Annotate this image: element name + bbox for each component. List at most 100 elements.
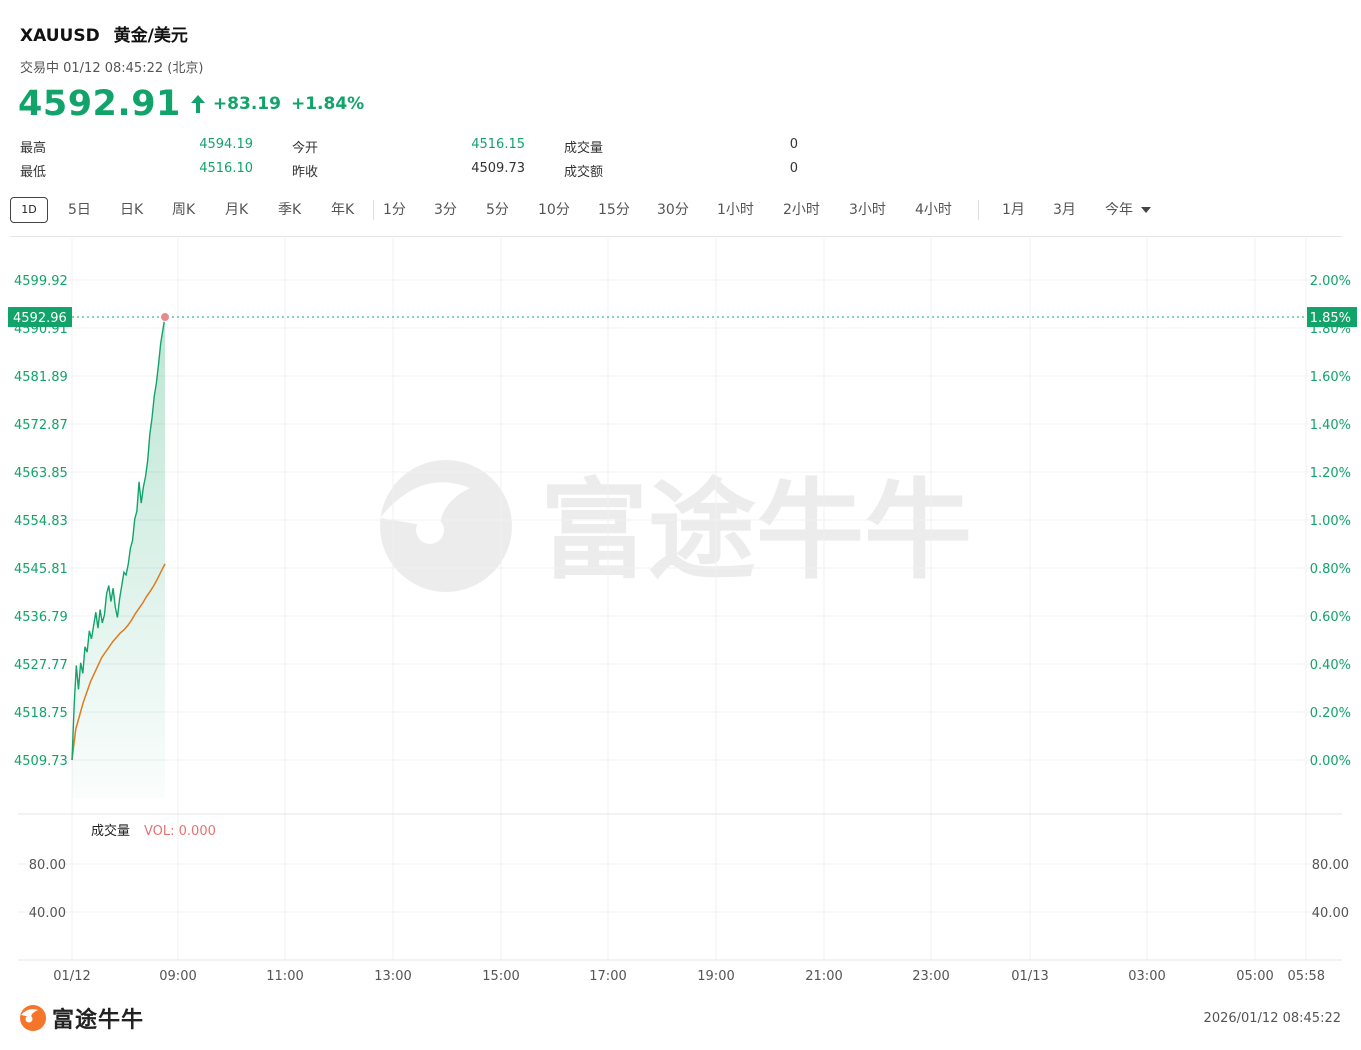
tab-1d[interactable]: 1D <box>10 197 48 223</box>
y-right-tick-label: 1.40% <box>1310 418 1351 433</box>
y-right-tick-label: 0.20% <box>1310 706 1351 721</box>
x-tick-label: 01/12 <box>53 969 90 984</box>
y-tick-label: 4518.75 <box>14 706 68 721</box>
tab-3h[interactable]: 3小时 <box>849 196 886 224</box>
tab-1-month[interactable]: 1月 <box>1002 196 1025 224</box>
x-tick-label: 17:00 <box>589 969 626 984</box>
tab-3min[interactable]: 3分 <box>434 196 457 224</box>
volume-y-right-tick-label: 80.00 <box>1312 858 1349 873</box>
y-tick-label: 4536.79 <box>14 610 68 625</box>
x-tick-label: 21:00 <box>805 969 842 984</box>
x-tick-label: 13:00 <box>374 969 411 984</box>
volume-y-right-tick-label: 40.00 <box>1312 906 1349 921</box>
y-tick-label: 4581.89 <box>14 370 68 385</box>
x-tick-label: 05:00 <box>1236 969 1273 984</box>
volume-title: 成交量 <box>91 823 130 839</box>
y-right-tick-label: 2.00% <box>1310 274 1351 289</box>
current-pct-badge-label: 1.85% <box>1310 311 1351 326</box>
volume-y-tick-label: 80.00 <box>29 858 66 873</box>
current-price-dot <box>160 312 170 323</box>
tab-quarter-k[interactable]: 季K <box>278 196 301 224</box>
price-change-pct: +1.84% <box>290 94 365 114</box>
y-tick-label: 4563.85 <box>14 466 68 481</box>
y-right-tick-label: 0.40% <box>1310 658 1351 673</box>
y-tick-label: 4554.83 <box>14 514 68 529</box>
tab-3-month[interactable]: 3月 <box>1053 196 1076 224</box>
y-tick-label: 4599.92 <box>14 274 68 289</box>
high-label: 最高 <box>20 141 47 156</box>
prev-close-value: 4509.73 <box>471 161 525 176</box>
y-tick-label: 4545.81 <box>14 562 68 577</box>
high-value: 4594.19 <box>199 137 253 152</box>
tab-ytd[interactable]: 今年 <box>1105 196 1151 224</box>
tab-5d[interactable]: 5日 <box>68 196 91 224</box>
volume-value-label: VOL: 0.000 <box>144 824 216 839</box>
amount-label: 成交额 <box>564 165 604 180</box>
y-right-tick-label: 0.80% <box>1310 562 1351 577</box>
price-area <box>72 317 165 798</box>
tab-week-k[interactable]: 周K <box>172 196 195 224</box>
svg-text:富途牛牛: 富途牛牛 <box>540 469 972 594</box>
open-label: 今开 <box>292 141 319 156</box>
tab-1h[interactable]: 1小时 <box>717 196 754 224</box>
volume-label: 成交量 <box>564 141 604 156</box>
tab-2h[interactable]: 2小时 <box>783 196 820 224</box>
x-tick-label: 23:00 <box>912 969 949 984</box>
x-tick-label: 19:00 <box>697 969 734 984</box>
footer-brand-name: 富途牛牛 <box>52 1008 145 1033</box>
price-row: 4592.91 +83.19 +1.84% <box>18 84 374 124</box>
tab-5min[interactable]: 5分 <box>486 196 509 224</box>
price-area-fill <box>72 317 165 798</box>
y-tick-label: 4509.73 <box>14 754 68 769</box>
y-right-tick-label: 1.20% <box>1310 466 1351 481</box>
x-tick-label: 01/13 <box>1011 969 1048 984</box>
tab-month-k[interactable]: 月K <box>225 196 248 224</box>
y-tick-label: 4527.77 <box>14 658 68 673</box>
up-arrow-icon <box>190 95 205 113</box>
tab-divider <box>373 200 374 220</box>
footer-brand: 富途牛牛 <box>18 1002 144 1034</box>
chevron-down-icon <box>1141 207 1151 213</box>
open-value: 4516.15 <box>471 137 525 152</box>
symbol-name: 黄金/美元 <box>113 26 188 46</box>
watermark: 富途牛牛 <box>380 460 972 594</box>
x-tick-label: 15:00 <box>482 969 519 984</box>
tab-30min[interactable]: 30分 <box>657 196 689 224</box>
volume-value: 0 <box>789 137 798 152</box>
tab-1min[interactable]: 1分 <box>383 196 406 224</box>
volume-y-tick-label: 40.00 <box>29 906 66 921</box>
y-tick-label: 4572.87 <box>14 418 68 433</box>
symbol-code: XAUUSD <box>20 26 100 46</box>
tab-day-k[interactable]: 日K <box>120 196 143 224</box>
tab-year-k[interactable]: 年K <box>331 196 354 224</box>
tabs-divider <box>10 236 1342 237</box>
price-change: +83.19 <box>212 94 281 114</box>
y-right-tick-label: 0.00% <box>1310 754 1351 769</box>
low-label: 最低 <box>20 165 47 180</box>
x-tick-label: 05:58 <box>1288 969 1325 984</box>
chart-axes: 4599.92 2.00%4590.91 1.80%4581.89 1.60%4572… <box>8 274 1357 984</box>
footer-timestamp: 2026/01/12 08:45:22 <box>1203 1011 1341 1026</box>
tab-10min[interactable]: 10分 <box>538 196 570 224</box>
symbol-title: XAUUSD 黄金/美元 <box>20 21 196 46</box>
price-chart[interactable]: 富途牛牛 4599.92 2.00%4590.91 1.80%4581.89 1.60… <box>0 238 1361 998</box>
low-value: 4516.10 <box>199 161 253 176</box>
futu-logo-icon <box>20 1005 46 1031</box>
trading-status: 交易中 01/12 08:45:22 (北京) <box>20 61 204 76</box>
amount-value: 0 <box>789 161 798 176</box>
x-tick-label: 11:00 <box>266 969 303 984</box>
y-right-tick-label: 1.00% <box>1310 514 1351 529</box>
tab-15min[interactable]: 15分 <box>598 196 630 224</box>
x-tick-label: 09:00 <box>159 969 196 984</box>
chart-grid <box>18 238 1342 960</box>
prev-close-label: 昨收 <box>292 165 319 180</box>
x-tick-label: 03:00 <box>1128 969 1165 984</box>
tab-ytd-label: 今年 <box>1105 202 1133 218</box>
current-price-badge-label: 4592.96 <box>13 311 67 326</box>
tab-4h[interactable]: 4小时 <box>915 196 952 224</box>
y-right-tick-label: 0.60% <box>1310 610 1351 625</box>
tab-divider <box>978 200 979 220</box>
y-right-tick-label: 1.60% <box>1310 370 1351 385</box>
period-tabs: 1D 5日 日K 周K 月K 季K 年K 1分 3分 5分 10分 15分 30… <box>10 196 1342 224</box>
last-price: 4592.91 <box>18 84 181 124</box>
